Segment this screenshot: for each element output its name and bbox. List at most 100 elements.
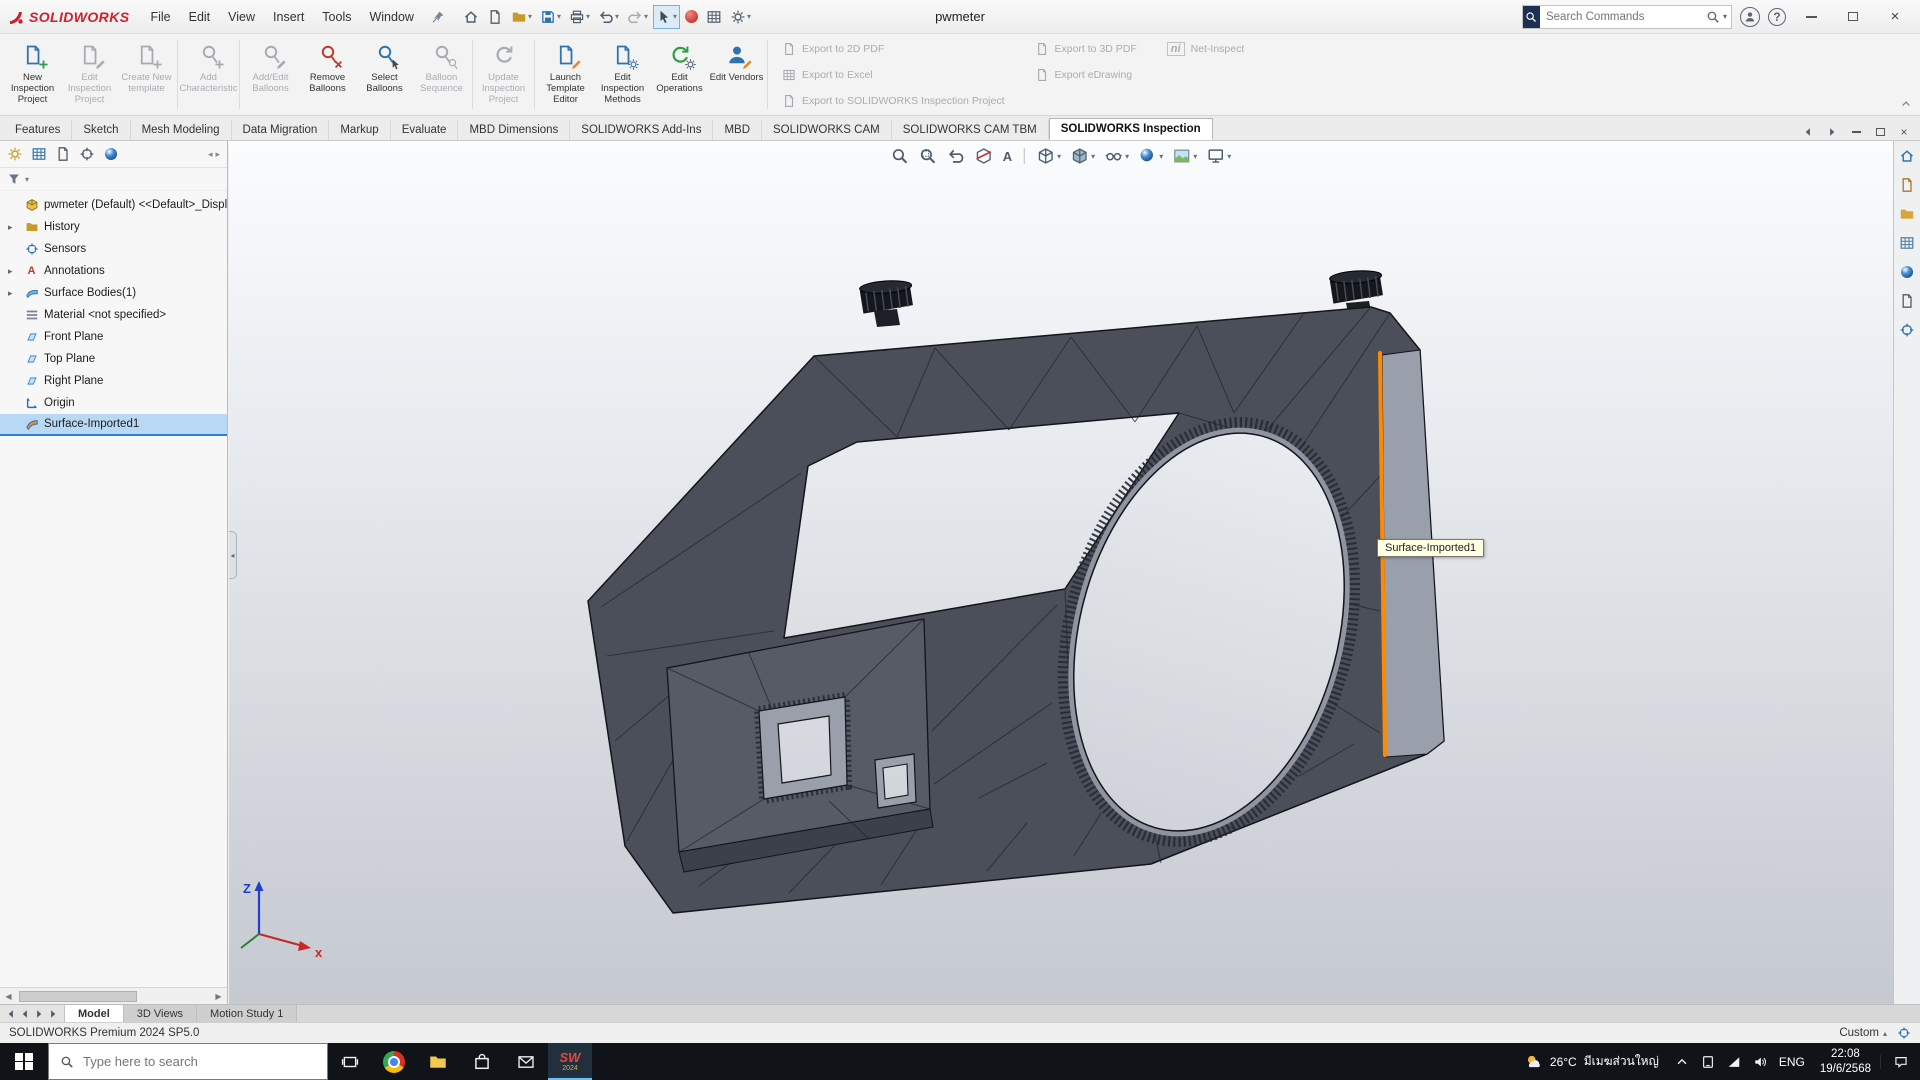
undo-icon[interactable]: ▾ xyxy=(595,5,622,29)
tab-mbd-dimensions[interactable]: MBD Dimensions xyxy=(458,120,570,140)
expand-icon[interactable]: ▸ xyxy=(8,266,19,277)
search-scope-icon[interactable] xyxy=(1523,6,1540,28)
model-tabs-scroll[interactable] xyxy=(0,1005,65,1022)
network-tray-icon[interactable] xyxy=(1721,1055,1747,1069)
edit-appearance-icon[interactable]: ▾ xyxy=(1139,147,1163,165)
tab-markup[interactable]: Markup xyxy=(329,120,390,140)
apply-scene-icon[interactable]: ▾ xyxy=(1173,147,1197,165)
appearance-ball-icon[interactable] xyxy=(682,6,701,27)
tab-evaluate[interactable]: Evaluate xyxy=(391,120,459,140)
doc-minimize-button[interactable] xyxy=(1846,123,1866,140)
panel-tab-scroll[interactable]: ◂▸ xyxy=(208,149,220,160)
expand-icon[interactable]: ▸ xyxy=(8,288,19,299)
menu-file[interactable]: File xyxy=(141,4,179,30)
volume-tray-icon[interactable] xyxy=(1747,1055,1773,1069)
ribbon-button-edit-operations[interactable]: Edit Operations xyxy=(651,36,708,113)
home-icon[interactable] xyxy=(460,5,482,29)
search-icon[interactable] xyxy=(1706,10,1720,24)
scrollbar-thumb[interactable] xyxy=(19,991,137,1002)
ribbon-button-launch-template-editor[interactable]: Launch Template Editor xyxy=(537,36,594,113)
scroll-right-icon[interactable]: ▸ xyxy=(215,149,220,160)
tray-chevron-up-icon[interactable] xyxy=(1669,1055,1695,1069)
dynamic-annotation-views-icon[interactable]: A xyxy=(1003,149,1012,164)
next-tab-icon[interactable] xyxy=(33,1008,45,1020)
settings-icon[interactable]: ▾ xyxy=(727,5,754,29)
featuremanager-tree-icon[interactable] xyxy=(7,146,23,162)
tree-item-surface-imported1[interactable]: Surface-Imported1 xyxy=(0,414,227,436)
solidworks-taskbar-icon[interactable]: SW 2024 xyxy=(548,1043,592,1080)
tab-solidworks-inspection[interactable]: SOLIDWORKS Inspection xyxy=(1049,118,1213,140)
scroll-left-icon[interactable]: ◀ xyxy=(0,988,17,1004)
tab-solidworks-cam-tbm[interactable]: SOLIDWORKS CAM TBM xyxy=(892,120,1049,140)
tag-globe-icon[interactable] xyxy=(1897,1026,1911,1040)
menu-insert[interactable]: Insert xyxy=(264,4,313,30)
expand-icon[interactable]: ▸ xyxy=(8,222,19,233)
file-explorer-icon[interactable] xyxy=(416,1043,460,1080)
tree-item-surface-bodies[interactable]: ▸ Surface Bodies(1) xyxy=(0,282,227,304)
graphics-viewport[interactable]: Z x A ▾ ▾ ▾ ▾ ▾ ▾ xyxy=(229,141,1893,1004)
select-tool-icon[interactable]: ▾ xyxy=(653,5,680,29)
last-tab-icon[interactable] xyxy=(47,1008,59,1020)
dock-right-icon[interactable] xyxy=(1822,123,1842,140)
tree-item-front-plane[interactable]: Front Plane xyxy=(0,326,227,348)
design-library-icon[interactable] xyxy=(1898,176,1916,194)
print-icon[interactable]: ▾ xyxy=(566,5,593,29)
tab-mbd[interactable]: MBD xyxy=(713,120,762,140)
ribbon-button-edit-inspection-methods[interactable]: Edit Inspection Methods xyxy=(594,36,651,113)
doc-close-button[interactable]: × xyxy=(1894,123,1914,140)
tab-solidworks-add-ins[interactable]: SOLIDWORKS Add-Ins xyxy=(570,120,713,140)
file-explorer-icon[interactable] xyxy=(1898,205,1916,223)
display-manager-icon[interactable] xyxy=(103,146,119,162)
hide-show-items-icon[interactable]: ▾ xyxy=(1105,147,1129,165)
solidworks-forum-icon[interactable] xyxy=(1898,321,1916,339)
menu-view[interactable]: View xyxy=(219,4,264,30)
tree-item-sensors[interactable]: Sensors xyxy=(0,238,227,260)
panel-horizontal-scrollbar[interactable]: ◀ ▶ xyxy=(0,987,227,1004)
search-chevron-icon[interactable]: ▾ xyxy=(1723,12,1727,21)
tab-features[interactable]: Features xyxy=(4,120,72,140)
open-icon[interactable]: ▾ xyxy=(508,5,535,29)
tab-sketch[interactable]: Sketch xyxy=(72,120,130,140)
view-orientation-icon[interactable]: ▾ xyxy=(1037,147,1061,165)
taskbar-search[interactable] xyxy=(48,1043,328,1080)
tree-item-right-plane[interactable]: Right Plane xyxy=(0,370,227,392)
previous-view-icon[interactable] xyxy=(947,147,965,165)
view-settings-icon[interactable]: ▾ xyxy=(1207,147,1231,165)
tab-mesh-modeling[interactable]: Mesh Modeling xyxy=(131,120,232,140)
tablet-tray-icon[interactable] xyxy=(1695,1055,1721,1069)
window-minimize-button[interactable] xyxy=(1794,4,1828,30)
section-view-icon[interactable] xyxy=(975,147,993,165)
ribbon-button-remove-balloons[interactable]: Remove Balloons xyxy=(299,36,356,113)
menu-window[interactable]: Window xyxy=(360,4,422,30)
microsoft-store-icon[interactable] xyxy=(460,1043,504,1080)
dimxpert-manager-icon[interactable] xyxy=(79,146,95,162)
knob-right[interactable] xyxy=(1329,269,1383,304)
command-search-input[interactable] xyxy=(1540,11,1706,23)
pin-menu-icon[interactable] xyxy=(431,10,445,24)
property-manager-icon[interactable] xyxy=(31,146,47,162)
task-view-button[interactable] xyxy=(328,1043,372,1080)
prev-tab-icon[interactable] xyxy=(19,1008,31,1020)
ribbon-button-new-inspection-project[interactable]: New Inspection Project xyxy=(4,36,61,113)
tab-solidworks-cam[interactable]: SOLIDWORKS CAM xyxy=(762,120,892,140)
new-document-icon[interactable] xyxy=(484,5,506,29)
language-indicator[interactable]: ENG xyxy=(1773,1055,1811,1069)
command-search[interactable]: ▾ xyxy=(1522,5,1732,29)
redo-icon[interactable]: ▾ xyxy=(624,5,651,29)
zoom-fit-icon[interactable] xyxy=(891,147,909,165)
ribbon-collapse-icon[interactable] xyxy=(1900,98,1912,110)
tab-data-migration[interactable]: Data Migration xyxy=(232,120,330,140)
window-maximize-button[interactable] xyxy=(1836,4,1870,30)
panel-splitter-handle[interactable]: ◂ xyxy=(229,531,237,579)
tree-item-top-plane[interactable]: Top Plane xyxy=(0,348,227,370)
doc-restore-button[interactable] xyxy=(1870,123,1890,140)
scroll-right-icon[interactable]: ▶ xyxy=(210,988,227,1004)
zoom-area-icon[interactable] xyxy=(919,147,937,165)
tab-3d-views[interactable]: 3D Views xyxy=(124,1005,197,1022)
help-icon[interactable]: ? xyxy=(1768,8,1786,26)
taskbar-search-input[interactable] xyxy=(83,1054,316,1069)
tree-item-history[interactable]: ▸ History xyxy=(0,216,227,238)
scroll-left-icon[interactable]: ◂ xyxy=(208,149,213,160)
menu-tools[interactable]: Tools xyxy=(313,4,360,30)
first-tab-icon[interactable] xyxy=(5,1008,17,1020)
